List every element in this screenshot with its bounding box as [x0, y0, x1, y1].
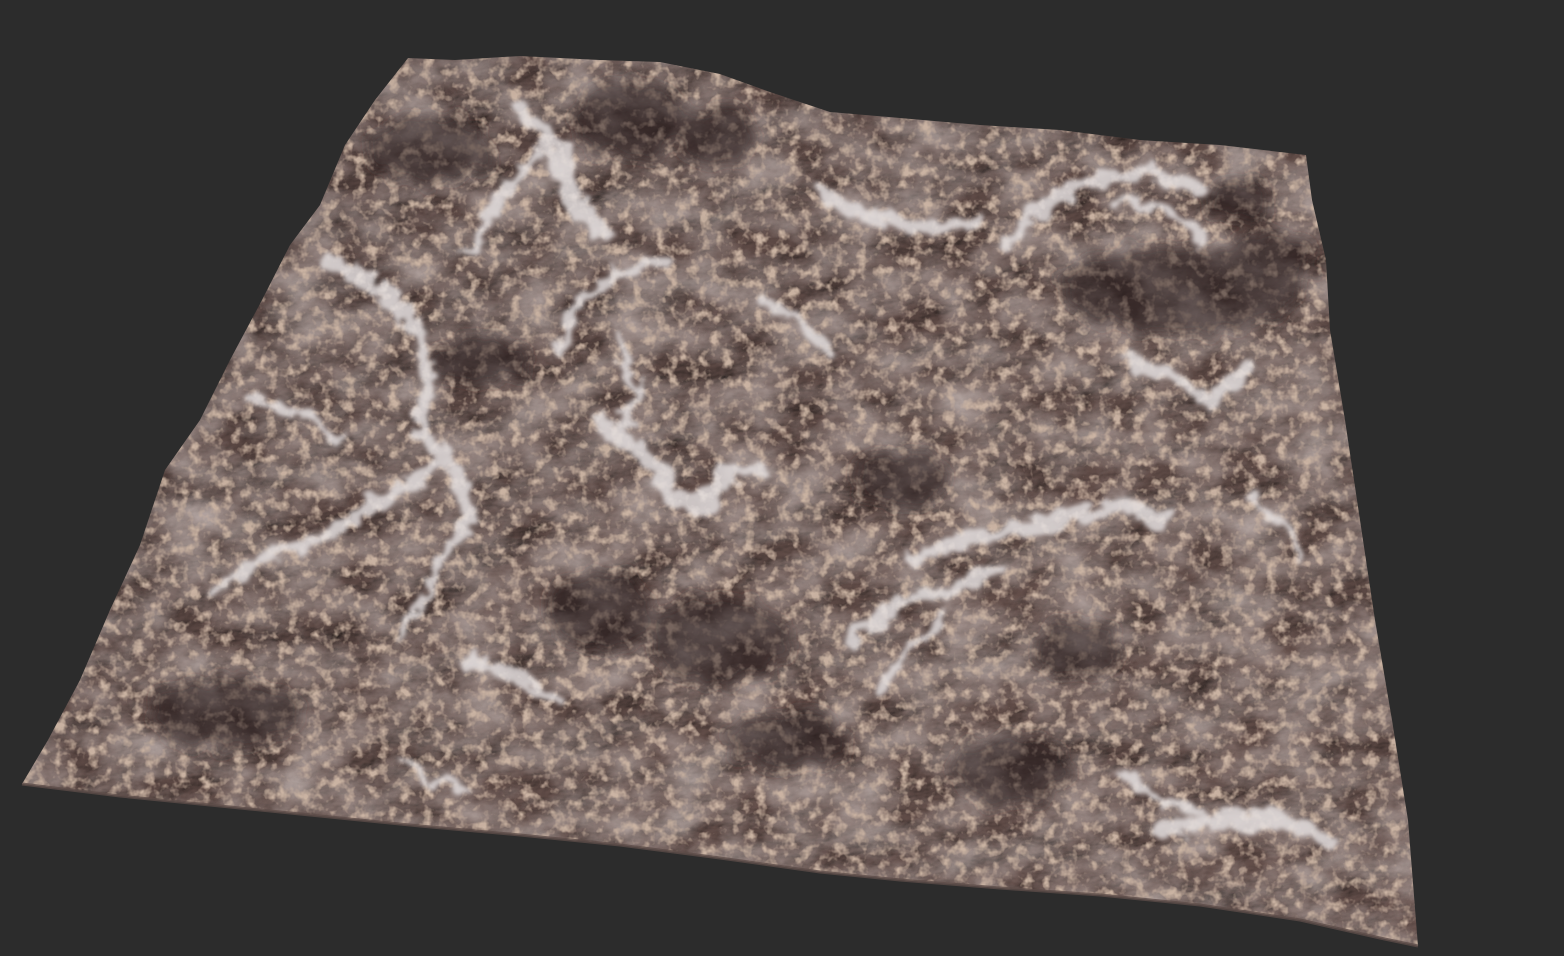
3d-viewport[interactable] [0, 0, 1564, 956]
terrain-mesh[interactable] [0, 0, 1564, 956]
